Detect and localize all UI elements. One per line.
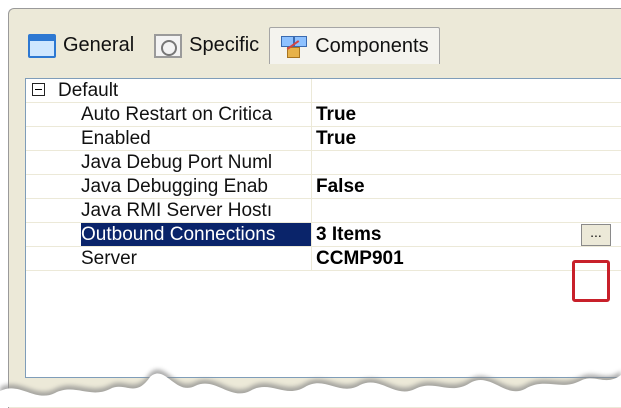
tab-components[interactable]: Components [269,27,440,64]
property-name: Java Debugging Enab [81,175,312,198]
property-value[interactable] [312,151,621,174]
property-grid: Default Auto Restart on Critica True Ena… [25,78,621,378]
components-tab-icon [280,34,308,58]
property-value[interactable]: 3 Items [312,223,621,246]
tab-general[interactable]: General [18,27,144,64]
category-row-default[interactable]: Default [26,79,621,103]
property-value[interactable]: True [312,103,621,126]
collapse-icon[interactable] [32,83,45,96]
property-name: Server [81,247,312,270]
row-gutter [26,79,54,102]
property-row-outbound-connections[interactable]: Outbound Connections 3 Items ... [26,223,621,247]
ellipsis-button-highlight [572,260,610,302]
property-row-java-rmi-host[interactable]: Java RMI Server Hostı [26,199,621,223]
property-row-auto-restart[interactable]: Auto Restart on Critica True [26,103,621,127]
property-value[interactable]: False [312,175,621,198]
ellipsis-button[interactable]: ... [581,224,611,246]
property-name: Enabled [81,127,312,150]
property-row-java-debugging-enabled[interactable]: Java Debugging Enab False [26,175,621,199]
tab-specific[interactable]: Specific [144,27,269,64]
torn-edge [0,369,621,407]
tab-label: Components [315,34,429,57]
property-row-server[interactable]: Server CCMP901 [26,247,621,271]
category-value [312,79,621,102]
property-name: Java RMI Server Hostı [81,199,312,222]
tab-label: General [63,34,135,56]
property-value[interactable] [312,199,621,222]
property-name: Auto Restart on Critica [81,103,312,126]
property-name: Outbound Connections [81,223,312,246]
property-row-enabled[interactable]: Enabled True [26,127,621,151]
property-name: Java Debug Port Numl [81,151,312,174]
property-value[interactable]: True [312,127,621,150]
tab-label: Specific [189,34,260,56]
property-row-java-debug-port[interactable]: Java Debug Port Numl [26,151,621,175]
general-tab-icon [28,33,56,58]
tab-strip: General Specific Components [18,27,440,64]
category-label: Default [58,79,312,102]
specific-tab-icon [154,33,183,58]
